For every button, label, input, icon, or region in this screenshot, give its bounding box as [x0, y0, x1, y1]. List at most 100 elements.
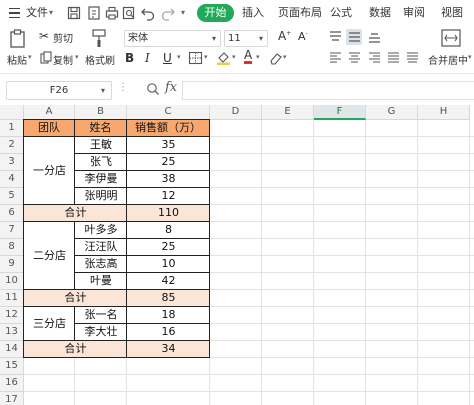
member-name-cell: 李伊曼 — [75, 171, 127, 188]
tab-page-layout[interactable]: 页面布局 — [278, 0, 322, 26]
tab-data[interactable]: 数据 — [369, 0, 391, 26]
italic-icon[interactable]: I — [145, 51, 150, 65]
print-preview-icon[interactable] — [121, 5, 137, 21]
save-icon[interactable] — [66, 5, 82, 21]
copy-icon[interactable] — [40, 51, 52, 64]
column-header-g[interactable]: G — [366, 105, 418, 120]
paste-button[interactable]: 粘贴 — [7, 52, 27, 67]
align-bottom-icon[interactable] — [368, 31, 381, 43]
export-pdf-icon[interactable] — [86, 5, 102, 21]
clear-format-icon[interactable] — [268, 51, 283, 65]
member-sales-cell: 35 — [127, 137, 210, 154]
row-header-16[interactable]: 16 — [0, 375, 24, 392]
align-middle-icon[interactable] — [348, 31, 361, 43]
column-header-e[interactable]: E — [262, 105, 314, 120]
table-header-cell: 姓名 — [74, 119, 127, 137]
underline-icon[interactable]: U — [163, 51, 172, 65]
row-header-11[interactable]: 11 — [0, 290, 24, 307]
copy-button[interactable]: 复制 — [53, 52, 73, 67]
formula-bar-menu-icon[interactable]: ⋮ — [118, 82, 128, 93]
column-header-c[interactable]: C — [127, 105, 210, 120]
gridline-col — [469, 120, 470, 405]
select-all-corner[interactable] — [0, 105, 24, 120]
row-header-4[interactable]: 4 — [0, 171, 24, 188]
tab-formulas[interactable]: 公式 — [330, 0, 352, 26]
row-header-8[interactable]: 8 — [0, 239, 24, 256]
align-right-icon[interactable] — [368, 52, 381, 64]
font-name-chevron-icon: ▾ — [211, 34, 216, 43]
paste-icon[interactable] — [9, 29, 27, 49]
name-box-value: F26 — [49, 85, 69, 96]
row-header-15[interactable]: 15 — [0, 358, 24, 375]
row-header-12[interactable]: 12 — [0, 307, 24, 324]
subtotal-value-cell: 110 — [127, 205, 210, 222]
merge-center-button[interactable]: 合并居中 — [428, 52, 468, 67]
justify-icon[interactable] — [387, 52, 400, 64]
font-color-icon[interactable]: A — [244, 49, 253, 64]
distributed-align-icon[interactable] — [406, 52, 419, 64]
font-size-select[interactable]: 11 ▾ — [224, 30, 268, 47]
print-icon[interactable] — [104, 5, 120, 21]
increase-font-icon[interactable]: A+ — [278, 29, 291, 43]
spreadsheet-grid[interactable]: A B C D E F G H 1 2 3 4 5 6 7 8 9 10 11 12 13 14 15 16 17 团队 姓名 销售额… — [0, 105, 474, 405]
row-header-13[interactable]: 13 — [0, 324, 24, 341]
formula-input[interactable] — [182, 81, 474, 100]
row-header-14[interactable]: 14 — [0, 341, 24, 358]
borders-chevron-icon[interactable]: ▾ — [204, 53, 208, 61]
main-menu-icon[interactable] — [9, 8, 20, 18]
paste-chevron-icon[interactable]: ▾ — [28, 53, 32, 61]
team-cell: 三分店 — [24, 307, 75, 341]
member-sales-cell: 16 — [127, 324, 210, 341]
zoom-search-icon[interactable] — [146, 82, 160, 96]
row-header-17[interactable]: 17 — [0, 392, 24, 405]
row-header-5[interactable]: 5 — [0, 188, 24, 205]
column-header-a[interactable]: A — [24, 105, 75, 120]
row-header-9[interactable]: 9 — [0, 256, 24, 273]
team-cell: 一分店 — [24, 137, 75, 205]
row-header-2[interactable]: 2 — [0, 137, 24, 154]
quick-access-chevron-icon[interactable]: ▾ — [181, 0, 185, 26]
row-header-10[interactable]: 10 — [0, 273, 24, 290]
align-center-icon[interactable] — [348, 52, 361, 64]
decrease-font-icon[interactable]: A- — [298, 30, 308, 43]
tab-view[interactable]: 视图 — [441, 0, 463, 26]
align-left-icon[interactable] — [329, 52, 342, 64]
cut-icon[interactable]: ✂ — [39, 29, 49, 43]
underline-chevron-icon[interactable]: ▾ — [177, 53, 181, 61]
table-row-border — [24, 204, 210, 205]
align-top-icon[interactable] — [329, 31, 342, 43]
bold-icon[interactable]: B — [125, 51, 134, 65]
cut-button[interactable]: 剪切 — [53, 30, 73, 45]
copy-chevron-icon[interactable]: ▾ — [75, 53, 79, 61]
tab-start[interactable]: 开始 — [197, 4, 234, 22]
tab-review[interactable]: 审阅 — [403, 0, 425, 26]
merge-chevron-icon[interactable]: ▾ — [468, 53, 472, 61]
redo-icon[interactable] — [160, 5, 176, 21]
column-header-f[interactable]: F — [314, 105, 366, 120]
row-header-1[interactable]: 1 — [0, 120, 24, 137]
fill-color-icon[interactable] — [216, 51, 231, 65]
column-header-b[interactable]: B — [75, 105, 127, 120]
format-painter-icon[interactable] — [91, 28, 107, 48]
column-header-h[interactable]: H — [418, 105, 470, 120]
column-header-d[interactable]: D — [210, 105, 262, 120]
fill-color-chevron-icon[interactable]: ▾ — [232, 53, 236, 61]
font-name-select[interactable]: 宋体 ▾ — [124, 30, 221, 47]
file-menu-chevron-icon[interactable]: ▾ — [49, 0, 53, 26]
font-color-chevron-icon[interactable]: ▾ — [256, 53, 260, 61]
tab-insert[interactable]: 插入 — [242, 0, 264, 26]
format-painter-button[interactable]: 格式刷 — [85, 52, 115, 67]
file-menu[interactable]: 文件 — [26, 0, 48, 26]
merge-cells-icon[interactable] — [441, 29, 461, 47]
member-name-cell: 李大壮 — [75, 324, 127, 341]
row-header-6[interactable]: 6 — [0, 205, 24, 222]
menu-bar: 文件 ▾ ▾ 开始 插入 页面布局 公式 数据 审阅 视图 — [0, 0, 474, 26]
row-header-3[interactable]: 3 — [0, 154, 24, 171]
name-box[interactable]: F26 ▾ — [6, 81, 112, 100]
undo-icon[interactable] — [140, 5, 156, 21]
clear-format-chevron-icon[interactable]: ▾ — [283, 53, 287, 61]
table-row-border — [24, 357, 210, 358]
row-header-7[interactable]: 7 — [0, 222, 24, 239]
fx-icon[interactable]: fx — [165, 80, 177, 95]
borders-icon[interactable] — [188, 51, 203, 65]
